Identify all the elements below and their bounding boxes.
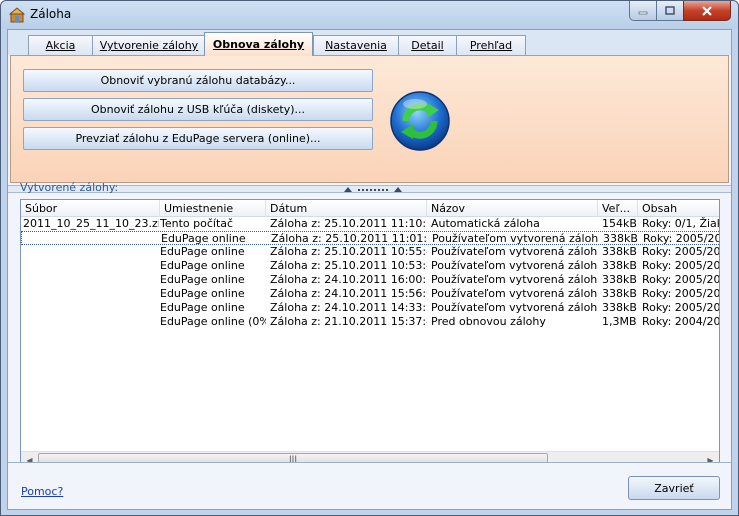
cell-name: Používateľom vytvorená záloha	[432, 232, 599, 245]
cell-file	[23, 315, 159, 329]
cell-location: EduPage online	[160, 245, 245, 258]
table-row[interactable]: EduPage online Záloha z: 24.10.2011 14:33…	[21, 301, 720, 315]
sync-refresh-icon	[390, 91, 450, 151]
cell-location: Tento počítač	[160, 217, 234, 230]
table-row[interactable]: EduPage online Záloha z: 24.10.2011 16:00…	[21, 273, 720, 287]
cell-location: EduPage online	[161, 232, 246, 245]
cell-name: Používateľom vytvorená záloha	[431, 273, 598, 286]
cell-location: EduPage online	[160, 301, 245, 314]
maximize-icon	[665, 6, 675, 15]
cell-content: Roky: 2005/2006	[642, 245, 720, 258]
help-link[interactable]: Pomoc?	[21, 485, 63, 498]
cell-date: Záloha z: 24.10.2011 14:33:50	[270, 301, 427, 314]
title-bar[interactable]: Záloha	[1, 1, 738, 29]
tab-strip: Akcia Vytvorenie zálohy Obnova zálohy Na…	[8, 30, 731, 56]
cell-date: Záloha z: 24.10.2011 16:00:26	[270, 273, 427, 286]
table-row[interactable]: EduPage online Záloha z: 24.10.2011 15:56…	[21, 287, 720, 301]
tab-detail[interactable]: Detail	[398, 35, 457, 55]
cell-content: Roky: 2005/2006	[642, 273, 720, 286]
list-header: Súbor Umiestnenie Dátum Názov Veľ... Obs…	[21, 200, 719, 217]
cell-file	[23, 301, 159, 315]
table-row[interactable]: EduPage online Záloha z: 25.10.2011 10:53…	[21, 259, 720, 273]
cell-size: 338kB	[602, 245, 637, 258]
column-header-location[interactable]: Umiestnenie	[160, 200, 266, 217]
cell-date: Záloha z: 25.10.2011 11:01:58	[271, 232, 428, 245]
maximize-button[interactable]	[656, 1, 684, 21]
close-icon	[702, 5, 712, 16]
restore-actions-panel: Obnoviť vybranú zálohu databázy... Obnov…	[10, 55, 729, 183]
column-header-content[interactable]: Obsah	[638, 200, 719, 217]
table-row[interactable]: EduPage online (0%) Záloha z: 21.10.2011 …	[21, 315, 720, 329]
backups-list[interactable]: Súbor Umiestnenie Dátum Názov Veľ... Obs…	[20, 199, 720, 467]
cell-name: Používateľom vytvorená záloha	[431, 301, 598, 314]
minimize-button[interactable]	[629, 1, 657, 21]
cell-file	[23, 259, 159, 273]
cell-file: 2011_10_25_11_10_23.zip	[23, 217, 159, 230]
window-title: Záloha	[30, 7, 72, 21]
cell-content: Roky: 2005/2006	[642, 259, 720, 272]
tab-prehlad[interactable]: Prehľad	[456, 35, 526, 55]
cell-name: Automatická záloha	[431, 217, 540, 230]
cell-content: Roky: 0/1, Žiakov	[642, 217, 719, 230]
cell-size: 338kB	[603, 232, 638, 245]
column-header-size[interactable]: Veľ...	[598, 200, 638, 217]
client-area: Akcia Vytvorenie zálohy Obnova zálohy Na…	[7, 29, 732, 510]
cell-date: Záloha z: 24.10.2011 15:56:07	[270, 287, 427, 300]
cell-size: 338kB	[602, 259, 637, 272]
restore-selected-button[interactable]: Obnoviť vybranú zálohu databázy...	[23, 69, 373, 92]
column-header-file[interactable]: Súbor	[21, 200, 160, 217]
restore-usb-button[interactable]: Obnoviť zálohu z USB kľúča (diskety)...	[23, 98, 373, 121]
cell-location: EduPage online (0%)	[160, 315, 266, 328]
close-button[interactable]: Zavrieť	[628, 476, 720, 500]
column-header-name[interactable]: Názov	[427, 200, 598, 217]
backups-section-label: Vytvorené zálohy:	[20, 181, 119, 194]
cell-name: Používateľom vytvorená záloha	[431, 287, 598, 300]
footer-separator	[8, 462, 731, 463]
cell-location: EduPage online	[160, 273, 245, 286]
cell-size: 154kB	[602, 217, 637, 230]
cell-size: 338kB	[602, 273, 637, 286]
download-edupage-button[interactable]: Prevziať zálohu z EduPage servera (onlin…	[23, 127, 373, 150]
table-row[interactable]: EduPage online Záloha z: 25.10.2011 11:01…	[21, 231, 719, 246]
app-window: Záloha Akcia Vytvorenie zálohy Obnova zá…	[0, 0, 739, 516]
cell-location: EduPage online	[160, 287, 245, 300]
cell-content: Roky: 2004/2005	[642, 315, 720, 328]
column-header-date[interactable]: Dátum	[266, 200, 427, 217]
close-window-button[interactable]	[683, 1, 731, 21]
cell-name: Používateľom vytvorená záloha	[431, 259, 598, 272]
cell-date: Záloha z: 25.10.2011 10:55:46	[270, 245, 427, 258]
cell-content: Roky: 2005/2006	[643, 232, 719, 245]
cell-size: 338kB	[602, 301, 637, 314]
splitter-grip-icon	[344, 187, 402, 192]
cell-content: Roky: 2005/2006	[642, 301, 720, 314]
minimize-icon	[638, 11, 648, 14]
cell-date: Záloha z: 25.10.2011 11:10:23	[270, 217, 427, 230]
footer-area	[8, 463, 731, 509]
cell-date: Záloha z: 25.10.2011 10:53:40	[270, 259, 427, 272]
cell-name: Pred obnovou zálohy	[431, 315, 546, 328]
tab-akcia[interactable]: Akcia	[28, 35, 93, 55]
table-row[interactable]: EduPage online Záloha z: 25.10.2011 10:55…	[21, 245, 720, 259]
cell-date: Záloha z: 21.10.2011 15:37:42	[270, 315, 427, 328]
tab-vytvorenie-zalohy[interactable]: Vytvorenie zálohy	[92, 35, 206, 55]
cell-file	[24, 232, 160, 246]
tab-nastavenia[interactable]: Nastavenia	[313, 35, 399, 55]
cell-name: Používateľom vytvorená záloha	[431, 245, 598, 258]
app-backup-icon	[9, 7, 25, 23]
cell-file	[23, 245, 159, 259]
cell-size: 338kB	[602, 287, 637, 300]
table-row[interactable]: 2011_10_25_11_10_23.zip Tento počítač Zálo…	[21, 217, 719, 231]
tab-obnova-zalohy[interactable]: Obnova zálohy	[204, 32, 313, 56]
cell-file	[23, 273, 159, 287]
cell-location: EduPage online	[160, 259, 245, 272]
cell-file	[23, 287, 159, 301]
cell-content: Roky: 2005/2006	[642, 287, 720, 300]
cell-size: 1,3MB	[602, 315, 637, 328]
